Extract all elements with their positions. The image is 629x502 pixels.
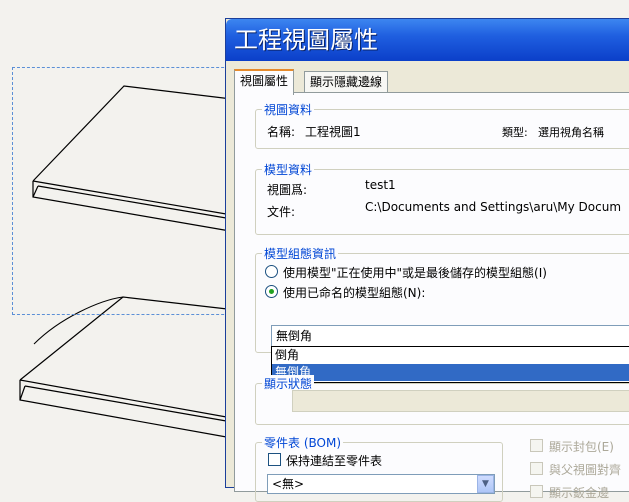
view-of-value: test1	[365, 178, 396, 192]
radio-use-in-use-label[interactable]: 使用模型"正在使用中"或是最後儲存的模型組態(I)	[283, 264, 547, 281]
show-sheet-metal-label: 顯示鈑金邊	[549, 486, 610, 500]
dialog-titlebar[interactable]: 工程視圖屬性	[226, 19, 629, 61]
isometric-plate-bottom	[19, 296, 237, 439]
view-selection-box	[12, 67, 254, 315]
radio-use-named-configuration[interactable]	[265, 285, 278, 298]
dialog-title: 工程視圖屬性	[234, 26, 378, 54]
bom-select-value: <無>	[272, 477, 305, 491]
view-info-group: 視圖資料 名稱: 工程視圖1 類型: 選用視角名稱	[255, 101, 629, 149]
display-state-group: 顯示狀態	[255, 375, 629, 425]
configuration-dropdown-list: 倒角 無倒角	[271, 346, 629, 383]
named-configuration-combo[interactable]: 無倒角	[271, 325, 629, 347]
view-of-label: 視圖爲:	[267, 183, 308, 197]
type-value: 選用視角名稱	[538, 126, 604, 139]
configuration-group-title: 模型組態資訊	[262, 245, 339, 262]
tab-show-hidden-edges[interactable]: 顯示隱藏邊線	[304, 71, 389, 92]
align-with-parent-checkbox[interactable]	[530, 462, 543, 475]
show-sheet-metal-checkbox[interactable]	[530, 485, 543, 498]
show-envelope-label: 顯示封包(E)	[549, 440, 614, 454]
configuration-option-chamfer[interactable]: 倒角	[272, 347, 629, 364]
align-with-parent-label: 與父視圖對齊	[549, 463, 622, 477]
tab-view-properties[interactable]: 視圖屬性	[234, 69, 295, 95]
keep-linked-to-bom-label[interactable]: 保持連結至零件表	[286, 452, 382, 469]
document-path-value: C:\Documents and Settings\aru\My Docum	[365, 200, 622, 214]
configuration-option-no-chamfer[interactable]: 無倒角	[272, 364, 629, 381]
type-label: 類型:	[502, 126, 528, 139]
name-label: 名稱:	[267, 125, 296, 139]
chevron-down-icon[interactable]: ▼	[477, 475, 494, 493]
view-info-group-title: 視圖資料	[262, 101, 315, 118]
tab-panel: 視圖資料 名稱: 工程視圖1 類型: 選用視角名稱 模型資料 視圖爲: test…	[234, 92, 629, 502]
bom-group-title: 零件表 (BOM)	[262, 434, 343, 451]
name-value: 工程視圖1	[305, 125, 361, 139]
radio-use-in-use-configuration[interactable]	[265, 265, 278, 278]
show-envelope-checkbox[interactable]	[530, 439, 543, 452]
display-state-field[interactable]	[292, 390, 629, 412]
bom-group: 零件表 (BOM) 保持連結至零件表 <無> ▼	[255, 434, 503, 502]
model-info-group-title: 模型資料	[262, 161, 315, 178]
radio-use-named-label[interactable]: 使用已命名的模型組態(N):	[283, 284, 425, 301]
keep-linked-to-bom-checkbox[interactable]	[268, 453, 281, 466]
bom-select[interactable]: <無> ▼	[267, 474, 495, 494]
drawing-view-properties-dialog: 工程視圖屬性 視圖屬性 顯示隱藏邊線 視圖資料 名稱: 工程視圖1 類型: 選用…	[225, 18, 629, 502]
document-label: 文件:	[267, 205, 296, 219]
model-info-group: 模型資料 視圖爲: test1 文件: C:\Documents and Set…	[255, 161, 629, 235]
